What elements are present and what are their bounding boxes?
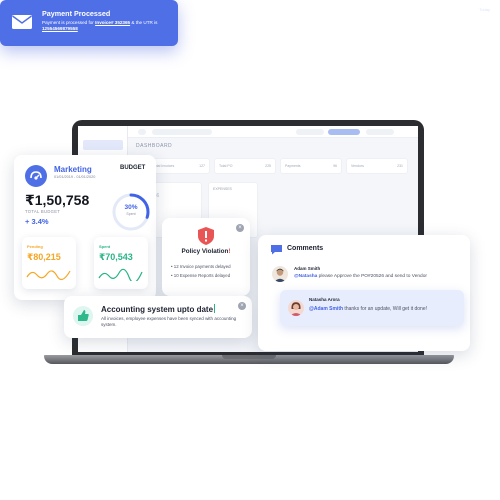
laptop-notch — [222, 355, 276, 359]
topbar-primary-button[interactable] — [328, 129, 360, 135]
budget-change: + 3.4% — [25, 217, 49, 226]
donut-label: Spent — [126, 212, 136, 216]
payment-description: Payment is processed for Invoice# 352365… — [42, 20, 170, 32]
stat-label: Vendors — [351, 164, 364, 168]
page-title: DASHBOARD — [136, 143, 173, 149]
settings-button[interactable] — [366, 129, 394, 135]
stat-value: 225 — [265, 164, 271, 168]
policy-item: • 10 Expense Reports delayed — [171, 273, 231, 278]
pending-value: ₹80,215 — [27, 252, 61, 262]
comment-body: please Approve the PO#20526 and send to … — [317, 274, 427, 279]
stat-card[interactable]: Payments 96 — [280, 158, 342, 174]
menu-icon[interactable] — [138, 129, 146, 135]
envelope-icon — [12, 15, 32, 29]
payment-desc-text: Payment is processed for — [42, 20, 96, 25]
comment-text: @Natasha please Approve the PO#20526 and… — [294, 274, 427, 279]
spent-sparkline — [98, 268, 143, 281]
payment-processed-card[interactable]: Payment Processed Today Payment is proce… — [0, 0, 490, 46]
budget-period: 01/01/2019 - 01/01/2020 — [54, 175, 96, 179]
comment-reply: Natasha Arora @Adam Smith thanks for an … — [280, 290, 464, 326]
payment-time: Today — [479, 7, 490, 12]
pending-card[interactable]: Pending ₹80,215 — [22, 237, 76, 289]
shield-alert-icon — [198, 227, 214, 245]
policy-item: • 12 Invoice payments delayed — [171, 264, 231, 269]
accounting-description: All invoices, employee expenses have bee… — [101, 316, 237, 328]
comment-author: Natasha Arora — [309, 297, 340, 302]
stat-card[interactable]: Vendors 231 — [346, 158, 408, 174]
avatar[interactable] — [288, 300, 304, 316]
department-name: Marketing — [54, 165, 92, 174]
mention-link[interactable]: @Adam Smith — [309, 306, 343, 312]
comment-text: @Adam Smith thanks for an update, Will g… — [309, 306, 427, 312]
comment-author: Adam Smith — [294, 266, 321, 271]
screen-topbar — [128, 126, 418, 138]
total-budget-value: ₹1,50,758 — [25, 192, 90, 208]
marketing-icon — [25, 165, 47, 187]
accounting-title-text: Accounting system upto date — [101, 305, 214, 314]
mention-link[interactable]: @Natasha — [294, 274, 317, 279]
comments-title: Comments — [287, 245, 324, 252]
comment-body: thanks for an update, Will get it done! — [343, 306, 427, 312]
search-input[interactable] — [152, 129, 212, 135]
close-icon[interactable]: × — [236, 224, 244, 232]
stat-label: Total PO — [219, 164, 233, 168]
invoice-link[interactable]: Invoice# 352365 — [95, 20, 130, 25]
stat-value: 127 — [199, 164, 205, 168]
donut-percent: 30% — [124, 204, 138, 211]
close-icon[interactable]: × — [238, 302, 246, 310]
spent-label: Spent — [99, 244, 111, 249]
sidebar-create-button[interactable] — [83, 140, 123, 150]
pending-label: Pending — [27, 244, 43, 249]
avatar[interactable] — [272, 266, 288, 282]
spent-value: ₹70,543 — [99, 252, 133, 262]
budget-label: BUDGET — [120, 165, 146, 171]
chat-bubble-icon — [271, 245, 282, 255]
total-budget-label: TOTAL BUDGET — [25, 209, 61, 214]
stat-label: Total Invoices — [153, 164, 175, 168]
accounting-card: × Accounting system upto date All invoic… — [64, 296, 252, 338]
utr-link[interactable]: 12554569879558 — [42, 26, 78, 31]
policy-title: Policy Violation! — [181, 248, 231, 255]
pending-sparkline — [26, 270, 71, 281]
spent-card[interactable]: Spent ₹70,543 — [94, 237, 148, 289]
stat-card[interactable]: Total Invoices 127 — [148, 158, 210, 174]
stat-card[interactable]: Total PO 225 — [214, 158, 276, 174]
policy-violation-card: × Policy Violation! • 12 Invoice payment… — [162, 218, 250, 296]
accounting-title: Accounting system upto date — [101, 304, 216, 314]
thumbs-up-icon — [73, 306, 93, 326]
stat-value: 231 — [397, 164, 403, 168]
topbar-button[interactable] — [296, 129, 324, 135]
payment-title: Payment Processed — [42, 9, 111, 18]
stat-value: 96 — [333, 164, 337, 168]
card-title: EXPENSES — [213, 187, 232, 191]
policy-title-text: Policy Violation — [181, 248, 229, 255]
stat-label: Payments — [285, 164, 301, 168]
payment-desc-text: & the UTR is — [130, 20, 158, 25]
budget-card: Marketing 01/01/2019 - 01/01/2020 BUDGET… — [14, 155, 156, 300]
